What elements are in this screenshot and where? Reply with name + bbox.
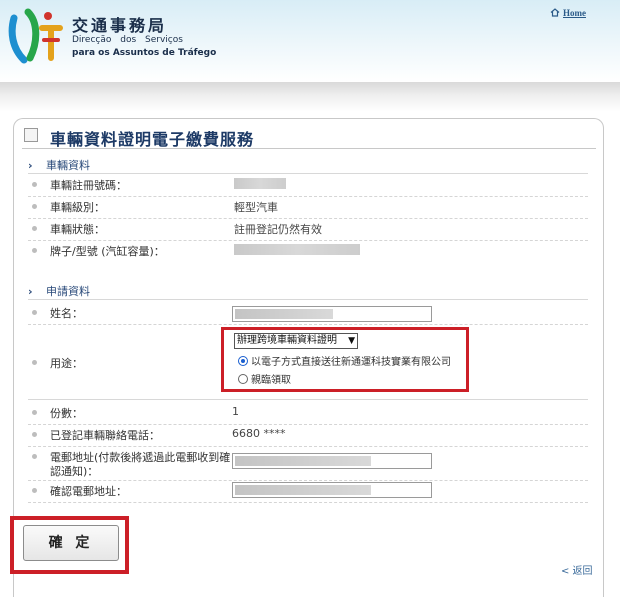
bullet-icon xyxy=(32,226,37,231)
row-label: 用途： xyxy=(50,357,83,370)
chevron-right-icon: › xyxy=(28,159,33,172)
redacted-name xyxy=(235,309,333,319)
row-separator xyxy=(28,240,588,241)
section-divider xyxy=(28,173,588,174)
row-registration: 車輛註冊號碼： xyxy=(28,177,588,197)
org-name-chinese: 交通事務局 xyxy=(72,16,168,35)
page-title: 車輛資料證明電子繳費服務 xyxy=(50,130,255,149)
bullet-icon xyxy=(32,310,37,315)
row-vehicle-status: 車輛狀態： 註冊登記仍然有效 xyxy=(28,221,588,241)
row-separator xyxy=(28,502,588,503)
title-divider xyxy=(22,148,596,149)
email-input[interactable] xyxy=(232,453,432,469)
row-separator xyxy=(28,446,588,447)
section-application-label: 申請資料 xyxy=(46,285,90,298)
org-name-portuguese-line1: Direcção dos Serviços xyxy=(72,35,183,45)
phone-value: 6680 **** xyxy=(232,427,286,440)
redacted-brand-model xyxy=(234,244,360,255)
header-band xyxy=(0,82,620,112)
bullet-icon xyxy=(32,488,37,493)
row-label: 車輛註冊號碼： xyxy=(50,179,127,192)
main-panel: 車輛資料證明電子繳費服務 › 車輛資料 車輛註冊號碼： 車輛級別： 輕型汽車 車輛… xyxy=(10,118,604,597)
row-label: 份數： xyxy=(50,407,83,420)
row-separator xyxy=(28,424,588,425)
row-separator xyxy=(28,196,588,197)
row-value: 輕型汽車 xyxy=(234,201,278,214)
bullet-icon xyxy=(32,248,37,253)
section-application-heading: › 申請資料 xyxy=(28,283,90,299)
title-box-icon xyxy=(24,128,38,142)
section-divider xyxy=(28,299,588,300)
row-label: 牌子/型號 (汽缸容量)： xyxy=(50,245,165,258)
row-separator xyxy=(28,399,588,400)
bullet-icon xyxy=(32,182,37,187)
highlight-purpose-box xyxy=(221,327,469,392)
bullet-icon xyxy=(32,432,37,437)
dsat-logo xyxy=(8,8,63,64)
confirm-email-input[interactable] xyxy=(232,482,432,498)
section-vehicle-heading: › 車輛資料 xyxy=(28,157,90,173)
row-separator xyxy=(28,218,588,219)
row-vehicle-class: 車輛級別： 輕型汽車 xyxy=(28,199,588,219)
row-value: 註冊登記仍然有效 xyxy=(234,223,322,236)
row-label: 車輛級別： xyxy=(50,201,105,214)
org-name-portuguese-line2: para os Assuntos de Tráfego xyxy=(72,48,217,58)
copies-value: 1 xyxy=(232,405,239,418)
home-link[interactable]: Home xyxy=(550,8,586,18)
redacted-registration xyxy=(234,178,286,189)
bullet-icon xyxy=(32,360,37,365)
section-vehicle-label: 車輛資料 xyxy=(46,159,90,172)
confirm-button[interactable]: 確 定 xyxy=(23,525,119,561)
home-link-label: Home xyxy=(563,8,586,18)
bullet-icon xyxy=(32,204,37,209)
row-phone: 已登記車輛聯絡電話： 6680 **** xyxy=(28,427,588,447)
site-header: 交通事務局 Direcção dos Serviços para os Assu… xyxy=(0,0,620,82)
chevron-right-icon: › xyxy=(28,285,33,298)
home-icon xyxy=(550,8,560,17)
back-link[interactable]: < 返回 xyxy=(561,562,593,577)
row-label: 車輛狀態： xyxy=(50,223,105,236)
row-label: 已登記車輛聯絡電話： xyxy=(50,429,160,442)
row-label-line2: 認通知)： xyxy=(50,465,99,478)
row-brand-model: 牌子/型號 (汽缸容量)： xyxy=(28,243,588,263)
row-label: 確認電郵地址： xyxy=(50,485,127,498)
row-copies: 份數： 1 xyxy=(28,405,588,425)
bullet-icon xyxy=(32,454,37,459)
row-separator xyxy=(28,480,588,481)
redacted-confirm-email xyxy=(235,485,371,495)
redacted-email xyxy=(235,456,371,466)
bullet-icon xyxy=(32,410,37,415)
row-label: 姓名： xyxy=(50,307,83,320)
name-input[interactable] xyxy=(232,306,432,322)
row-separator xyxy=(28,324,588,325)
